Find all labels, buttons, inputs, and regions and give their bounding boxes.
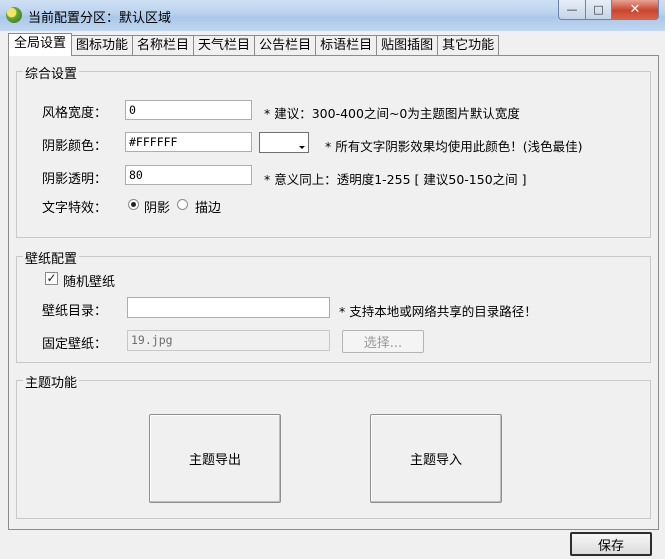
tab-other-functions[interactable]: 其它功能 [437,35,500,56]
radio-stroke-label: 描边 [195,201,222,216]
close-button[interactable]: ✕ [612,0,659,20]
radio-shadow-label: 阴影 [144,201,171,216]
title-bar: 当前配置分区：默认区域 — □ ✕ [0,0,665,31]
tab-global-settings[interactable]: 全局设置 [8,33,73,56]
wallpaper-directory-label: 壁纸目录： [42,304,108,319]
style-width-label: 风格宽度： [42,106,108,121]
fixed-wallpaper-input: 19.jpg [127,330,330,351]
wallpaper-directory-input[interactable] [127,297,330,318]
general-settings-title: 综合设置 [23,63,80,82]
maximize-button[interactable]: □ [586,0,612,20]
shadow-color-input[interactable]: #FFFFFF [125,132,252,152]
window-title: 当前配置分区：默认区域 [28,11,172,26]
radio-stroke[interactable] [177,199,188,210]
style-width-note: * 建议：300-400之间~0为主题图片默认宽度 [264,106,520,121]
theme-export-button[interactable]: 主题导出 [149,414,281,503]
wallpaper-directory-note: * 支持本地或网络共享的目录路径！ [339,304,537,319]
window-controls: — □ ✕ [558,0,659,20]
minimize-button[interactable]: — [558,0,586,20]
random-wallpaper-checkbox[interactable]: ✓ [45,272,58,285]
app-icon [6,7,22,23]
tab-icon-functions[interactable]: 图标功能 [71,35,134,56]
tab-slogan-column[interactable]: 标语栏目 [315,35,378,56]
tab-panel: 综合设置 风格宽度： 0 * 建议：300-400之间~0为主题图片默认宽度 阴… [8,55,659,530]
tab-name-column[interactable]: 名称栏目 [132,35,195,56]
shadow-color-note: * 所有文字阴影效果均使用此颜色！(浅色最佳) [325,139,583,154]
select-wallpaper-button[interactable]: 选择... [342,330,424,353]
wallpaper-group: 壁纸配置 ✓ 随机壁纸 壁纸目录： * 支持本地或网络共享的目录路径！ 固定壁纸… [16,248,651,363]
general-settings-group: 综合设置 风格宽度： 0 * 建议：300-400之间~0为主题图片默认宽度 阴… [16,63,651,238]
tab-weather-column[interactable]: 天气栏目 [193,35,256,56]
shadow-color-label: 阴影颜色： [42,139,108,154]
save-button[interactable]: 保存 [570,532,652,556]
theme-group: 主题功能 主题导出 主题导入 [16,372,651,519]
text-effect-label: 文字特效： [42,201,108,216]
shadow-opacity-input[interactable]: 80 [125,165,252,185]
shadow-color-dropdown[interactable] [259,132,309,153]
wallpaper-title: 壁纸配置 [23,248,80,267]
random-wallpaper-label: 随机壁纸 [63,275,116,290]
theme-title: 主题功能 [23,372,80,391]
shadow-opacity-note: * 意义同上：透明度1-255 [ 建议50-150之间 ] [264,172,527,187]
style-width-input[interactable]: 0 [125,100,252,120]
tab-notice-column[interactable]: 公告栏目 [254,35,317,56]
radio-shadow[interactable] [128,199,139,210]
chevron-down-icon [299,146,305,149]
tab-strip: 全局设置 图标功能 名称栏目 天气栏目 公告栏目 标语栏目 贴图插图 其它功能 [8,33,500,56]
theme-import-button[interactable]: 主题导入 [370,414,502,503]
fixed-wallpaper-label: 固定壁纸： [42,337,108,352]
shadow-opacity-label: 阴影透明： [42,172,108,187]
tab-sticker-images[interactable]: 贴图插图 [376,35,439,56]
